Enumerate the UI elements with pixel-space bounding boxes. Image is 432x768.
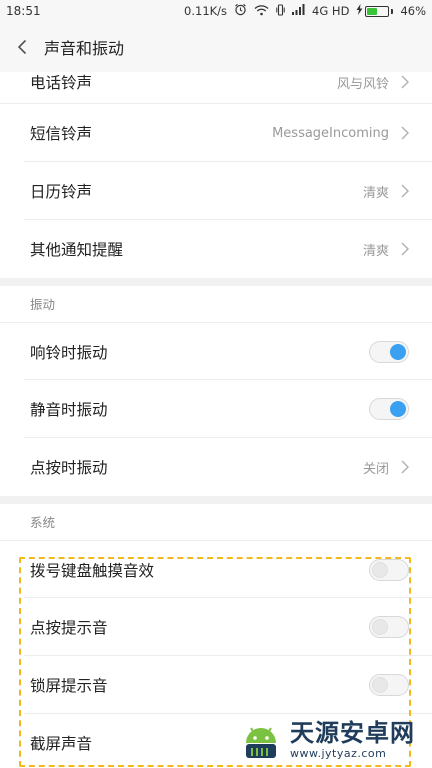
row-value: 关闭 <box>362 461 389 477</box>
status-icons: 0.11K/s 4G HD 46% <box>184 3 426 19</box>
status-time: 18:51 <box>6 4 41 18</box>
network-type: 4G HD <box>312 4 350 18</box>
title-bar: 声音和振动 <box>0 22 432 72</box>
list-item-phone-ringtone[interactable]: 电话铃声 风与风铃 <box>0 72 432 104</box>
toggle-knob <box>390 401 406 417</box>
list-item-other-notification[interactable]: 其他通知提醒 清爽 <box>0 220 432 278</box>
watermark-logo: 天源安卓网 www.jytyaz.com <box>238 712 432 768</box>
row-value: 清爽 <box>362 243 389 259</box>
vibrate-mode-icon <box>276 3 285 19</box>
page-title: 声音和振动 <box>44 39 125 58</box>
ring-vibrate-toggle[interactable] <box>369 340 409 363</box>
battery-percent: 46% <box>400 4 426 18</box>
toggle-knob <box>372 561 388 578</box>
row-label: 点按时振动 <box>30 459 108 477</box>
battery-tip <box>391 8 394 14</box>
settings-list: 电话铃声 风与风铃 短信铃声 MessageIncoming 日历铃声 清爽 其… <box>0 72 432 768</box>
network-speed: 0.11K/s <box>184 4 228 18</box>
list-item-dialpad-sound[interactable]: 拨号键盘触摸音效 <box>0 540 432 598</box>
back-button[interactable] <box>0 22 44 72</box>
battery-indicator <box>356 4 394 18</box>
vibration-group: 振动 响铃时振动 静音时振动 点按时振动 关闭 <box>0 286 432 496</box>
row-label: 电话铃声 <box>30 74 93 92</box>
list-item-lockscreen-sound[interactable]: 锁屏提示音 <box>0 656 432 714</box>
chevron-right-icon <box>401 74 411 90</box>
row-value: 清爽 <box>362 185 389 201</box>
toggle-knob <box>372 619 388 635</box>
row-label: 截屏声音 <box>30 735 93 753</box>
status-bar: 18:51 0.11K/s 4G HD 46% <box>0 0 432 22</box>
list-item-sms-ringtone[interactable]: 短信铃声 MessageIncoming <box>0 104 432 162</box>
chevron-right-icon <box>401 459 411 475</box>
row-label: 响铃时振动 <box>30 343 108 362</box>
list-item-ring-vibrate[interactable]: 响铃时振动 <box>0 322 432 380</box>
watermark-text: 天源安卓网 www.jytyaz.com <box>290 721 415 759</box>
android-logo-icon <box>246 727 276 758</box>
list-item-silent-vibrate[interactable]: 静音时振动 <box>0 380 432 438</box>
list-item-calendar-ringtone[interactable]: 日历铃声 清爽 <box>0 162 432 220</box>
section-gap <box>0 496 432 504</box>
battery-fill <box>367 7 377 15</box>
battery-icon <box>365 5 390 17</box>
back-arrow-icon <box>17 39 27 55</box>
row-label: 静音时振动 <box>30 401 108 419</box>
toggle-knob <box>390 343 406 360</box>
watermark-title: 天源安卓网 <box>290 719 415 747</box>
row-value: 风与风铃 <box>336 76 389 92</box>
section-gap <box>0 278 432 286</box>
row-label: 点按提示音 <box>30 619 108 637</box>
touch-sound-toggle[interactable] <box>369 616 409 638</box>
wifi-icon <box>254 4 269 19</box>
row-label: 其他通知提醒 <box>30 241 124 259</box>
list-item-touch-sound[interactable]: 点按提示音 <box>0 598 432 656</box>
watermark-url: www.jytyaz.com <box>290 747 387 760</box>
alarm-icon <box>234 3 247 19</box>
section-heading-vibration: 振动 <box>0 286 432 322</box>
row-label: 短信铃声 <box>30 125 93 143</box>
section-heading-system: 系统 <box>0 504 432 540</box>
row-label: 拨号键盘触摸音效 <box>30 561 155 580</box>
row-label: 锁屏提示音 <box>30 677 108 695</box>
ringtone-group: 电话铃声 风与风铃 短信铃声 MessageIncoming 日历铃声 清爽 其… <box>0 72 432 278</box>
chevron-right-icon <box>401 183 411 199</box>
list-item-touch-vibrate[interactable]: 点按时振动 关闭 <box>0 438 432 496</box>
charging-icon <box>356 4 363 18</box>
chevron-right-icon <box>401 125 411 141</box>
silent-vibrate-toggle[interactable] <box>369 398 409 420</box>
chevron-right-icon <box>401 241 411 257</box>
row-label: 日历铃声 <box>30 183 93 201</box>
lockscreen-sound-toggle[interactable] <box>369 674 409 696</box>
signal-icon <box>292 4 305 18</box>
dialpad-sound-toggle[interactable] <box>369 558 409 581</box>
row-value: MessageIncoming <box>272 125 389 141</box>
toggle-knob <box>372 677 388 693</box>
